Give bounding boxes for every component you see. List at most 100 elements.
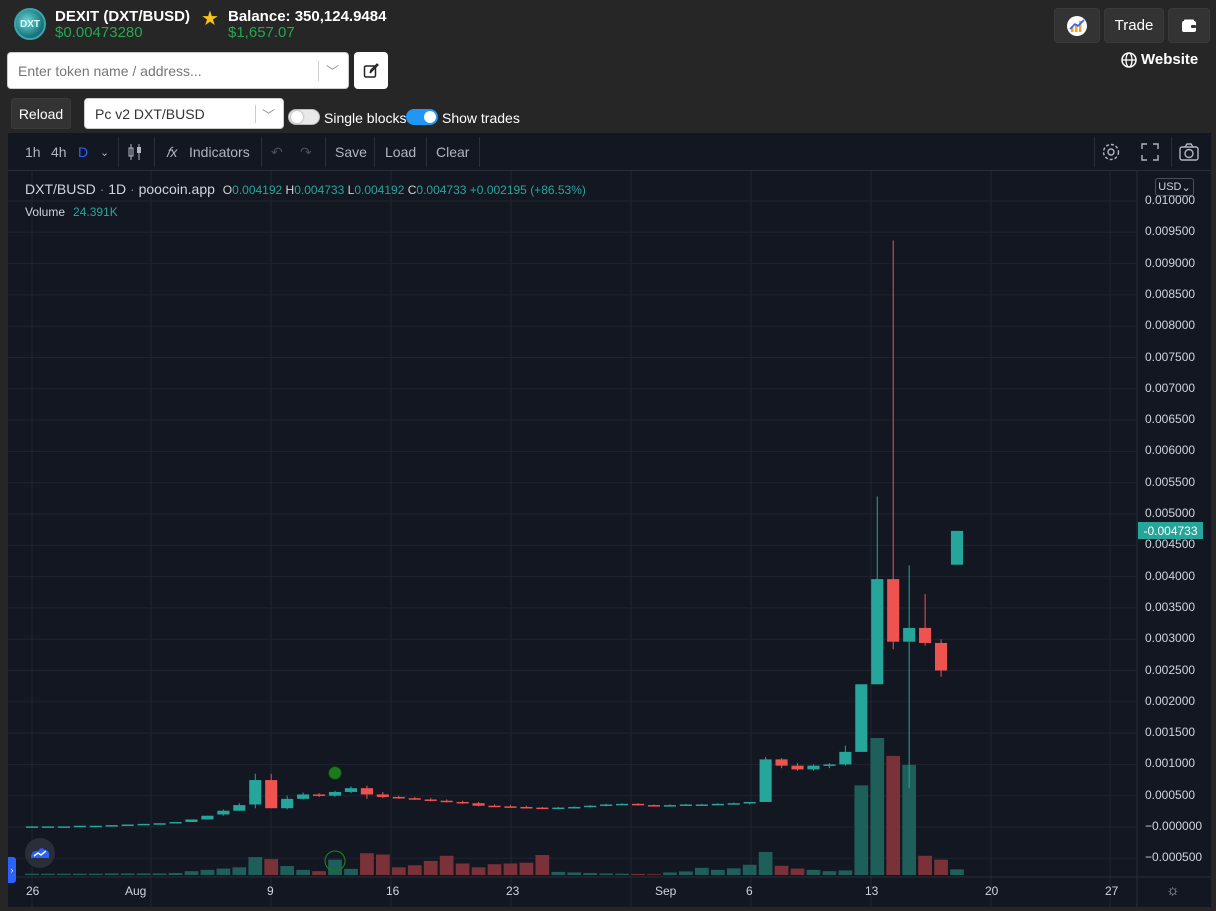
divider <box>426 137 427 167</box>
interval-1h[interactable]: 1h <box>25 133 41 171</box>
tradingview-logo-icon[interactable] <box>25 838 55 868</box>
volume-bar <box>870 738 885 875</box>
volume-bar <box>88 873 103 875</box>
toggle-knob <box>424 111 436 123</box>
candle-body <box>679 804 692 806</box>
candle-body <box>631 803 645 806</box>
settings-icon[interactable] <box>1101 133 1121 171</box>
candle-body <box>743 801 756 804</box>
star-icon[interactable]: ★ <box>201 6 219 31</box>
volume-bar <box>487 864 502 875</box>
token-price: $0.00473280 <box>55 24 143 41</box>
time-tick-label: 9 <box>267 884 274 898</box>
wallet-button[interactable] <box>1168 8 1210 43</box>
expand-sidebar-icon[interactable]: › <box>8 857 16 883</box>
token-search[interactable]: ﹀ <box>7 52 349 89</box>
search-input[interactable] <box>8 53 308 88</box>
volume-bar <box>296 869 310 875</box>
volume-bar <box>934 859 948 875</box>
candle-body <box>392 796 405 799</box>
indicators-button[interactable]: Indicators <box>189 133 250 171</box>
time-tick-label: 6 <box>746 884 753 898</box>
interval-4h[interactable]: 4h <box>51 133 67 171</box>
chart-button[interactable] <box>1054 8 1100 43</box>
volume-bar <box>631 873 645 875</box>
ohlc-close: 0.004733 <box>416 183 467 197</box>
candle-body <box>328 791 342 796</box>
reload-button[interactable]: Reload <box>11 98 71 129</box>
price-tick-label: 0.009500 <box>1145 224 1196 239</box>
volume-bar <box>790 868 805 875</box>
chart-panel[interactable]: 1h 4h D ⌄ 𝑓x Indicators ↶ ↷ Save Load Cl… <box>8 133 1211 907</box>
clear-button[interactable]: Clear <box>436 133 469 171</box>
candle-body <box>408 798 421 800</box>
volume-bar <box>360 853 374 875</box>
price-tick-label: 0.003000 <box>1145 631 1196 646</box>
volume-bar <box>599 873 613 875</box>
volume-bar <box>854 785 869 875</box>
undo-icon[interactable]: ↶ <box>271 133 283 171</box>
candles-icon[interactable] <box>127 133 143 171</box>
volume-bar <box>391 867 406 875</box>
divider <box>479 137 480 167</box>
price-tick-label: 0.003500 <box>1145 599 1196 614</box>
balance-usd: $1,657.07 <box>228 24 295 41</box>
divider <box>118 137 119 167</box>
volume-bar <box>184 871 199 875</box>
pair-select-value: Pc v2 DXT/BUSD <box>95 106 205 122</box>
interval-d[interactable]: D <box>78 133 88 171</box>
redo-icon[interactable]: ↷ <box>300 133 312 171</box>
candle-body <box>695 804 708 806</box>
volume-bar <box>344 868 358 875</box>
trade-button[interactable]: Trade <box>1104 8 1164 43</box>
price-tick-label: 0.002500 <box>1145 662 1196 677</box>
volume-bar <box>280 866 295 875</box>
volume-bar <box>519 862 534 875</box>
edit-button[interactable] <box>354 52 388 89</box>
price-tick-label: 0.005000 <box>1145 506 1196 520</box>
candle-body <box>201 815 214 820</box>
candle-body <box>25 826 39 828</box>
candle-body <box>376 794 389 797</box>
price-tick-label: 0.002000 <box>1145 693 1196 708</box>
time-tick-label: Aug <box>125 884 147 898</box>
volume-bar <box>726 868 741 875</box>
time-tick-label: 26 <box>26 884 40 898</box>
legend-symbol: DXT/BUSD <box>25 181 96 197</box>
candle-body <box>775 759 788 766</box>
fullscreen-icon[interactable] <box>1141 133 1159 171</box>
pair-select[interactable]: Pc v2 DXT/BUSD ﹀ <box>84 98 284 129</box>
save-button[interactable]: Save <box>335 133 367 171</box>
candle-body <box>233 805 246 811</box>
price-tick-label: 0.005500 <box>1145 474 1196 489</box>
divider <box>325 137 326 167</box>
candle-body <box>344 788 358 792</box>
single-blocks-toggle[interactable] <box>288 109 320 125</box>
website-link[interactable]: Website <box>1121 51 1198 68</box>
camera-icon[interactable] <box>1179 133 1199 171</box>
candle-body <box>472 803 485 806</box>
candle-body <box>727 803 740 805</box>
volume-bar <box>264 859 279 875</box>
price-tick-label: 0.007500 <box>1145 349 1196 364</box>
volume-bar <box>104 873 119 875</box>
candle-body <box>504 806 517 808</box>
price-tick-label: 0.000500 <box>1145 787 1196 802</box>
fx-icon[interactable]: 𝑓x <box>166 133 177 171</box>
show-trades-toggle[interactable] <box>406 109 438 125</box>
load-button[interactable]: Load <box>385 133 416 171</box>
volume-bar <box>328 859 342 875</box>
chevron-down-icon[interactable]: ﹀ <box>326 61 339 80</box>
candle-body <box>440 800 453 803</box>
edit-icon <box>363 62 379 78</box>
price-chart[interactable] <box>8 171 1211 907</box>
chevron-down-icon[interactable]: ﹀ <box>262 105 275 124</box>
chart-settings-icon[interactable]: ☼ <box>1166 882 1180 899</box>
divider <box>1094 137 1095 167</box>
price-tick-label: 0.004500 <box>1145 537 1196 552</box>
volume-bar <box>838 870 853 875</box>
volume-bar <box>503 863 518 875</box>
candle-body <box>823 764 836 766</box>
chevron-down-icon[interactable]: ⌄ <box>100 133 109 171</box>
volume-bar <box>57 873 71 875</box>
